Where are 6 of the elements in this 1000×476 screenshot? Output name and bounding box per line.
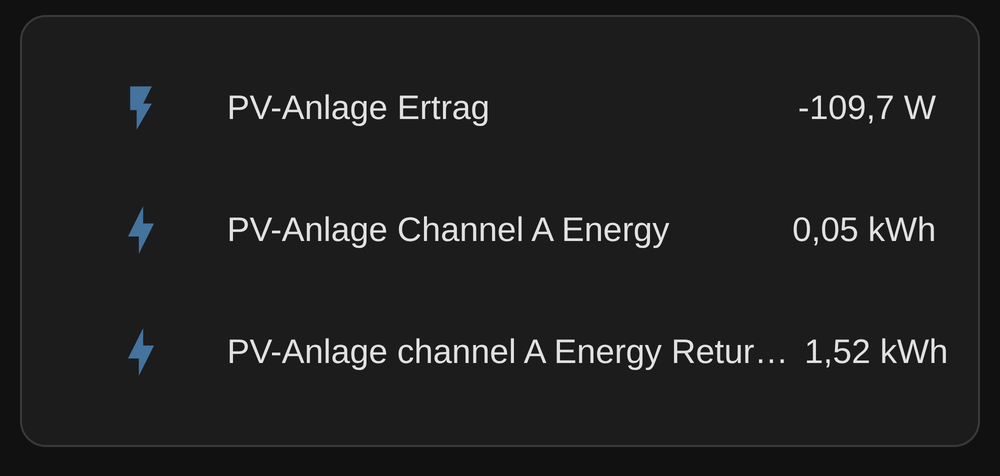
entity-name: PV-Anlage Channel A Energy [227,210,670,250]
entity-value: 0,05 kWh [792,210,936,250]
entity-name: PV-Anlage Ertrag [227,88,491,128]
entity-name: PV-Anlage channel A Energy Retur… [227,332,788,372]
entity-value: -109,7 W [798,88,936,128]
entity-value: 1,52 kWh [804,332,948,372]
